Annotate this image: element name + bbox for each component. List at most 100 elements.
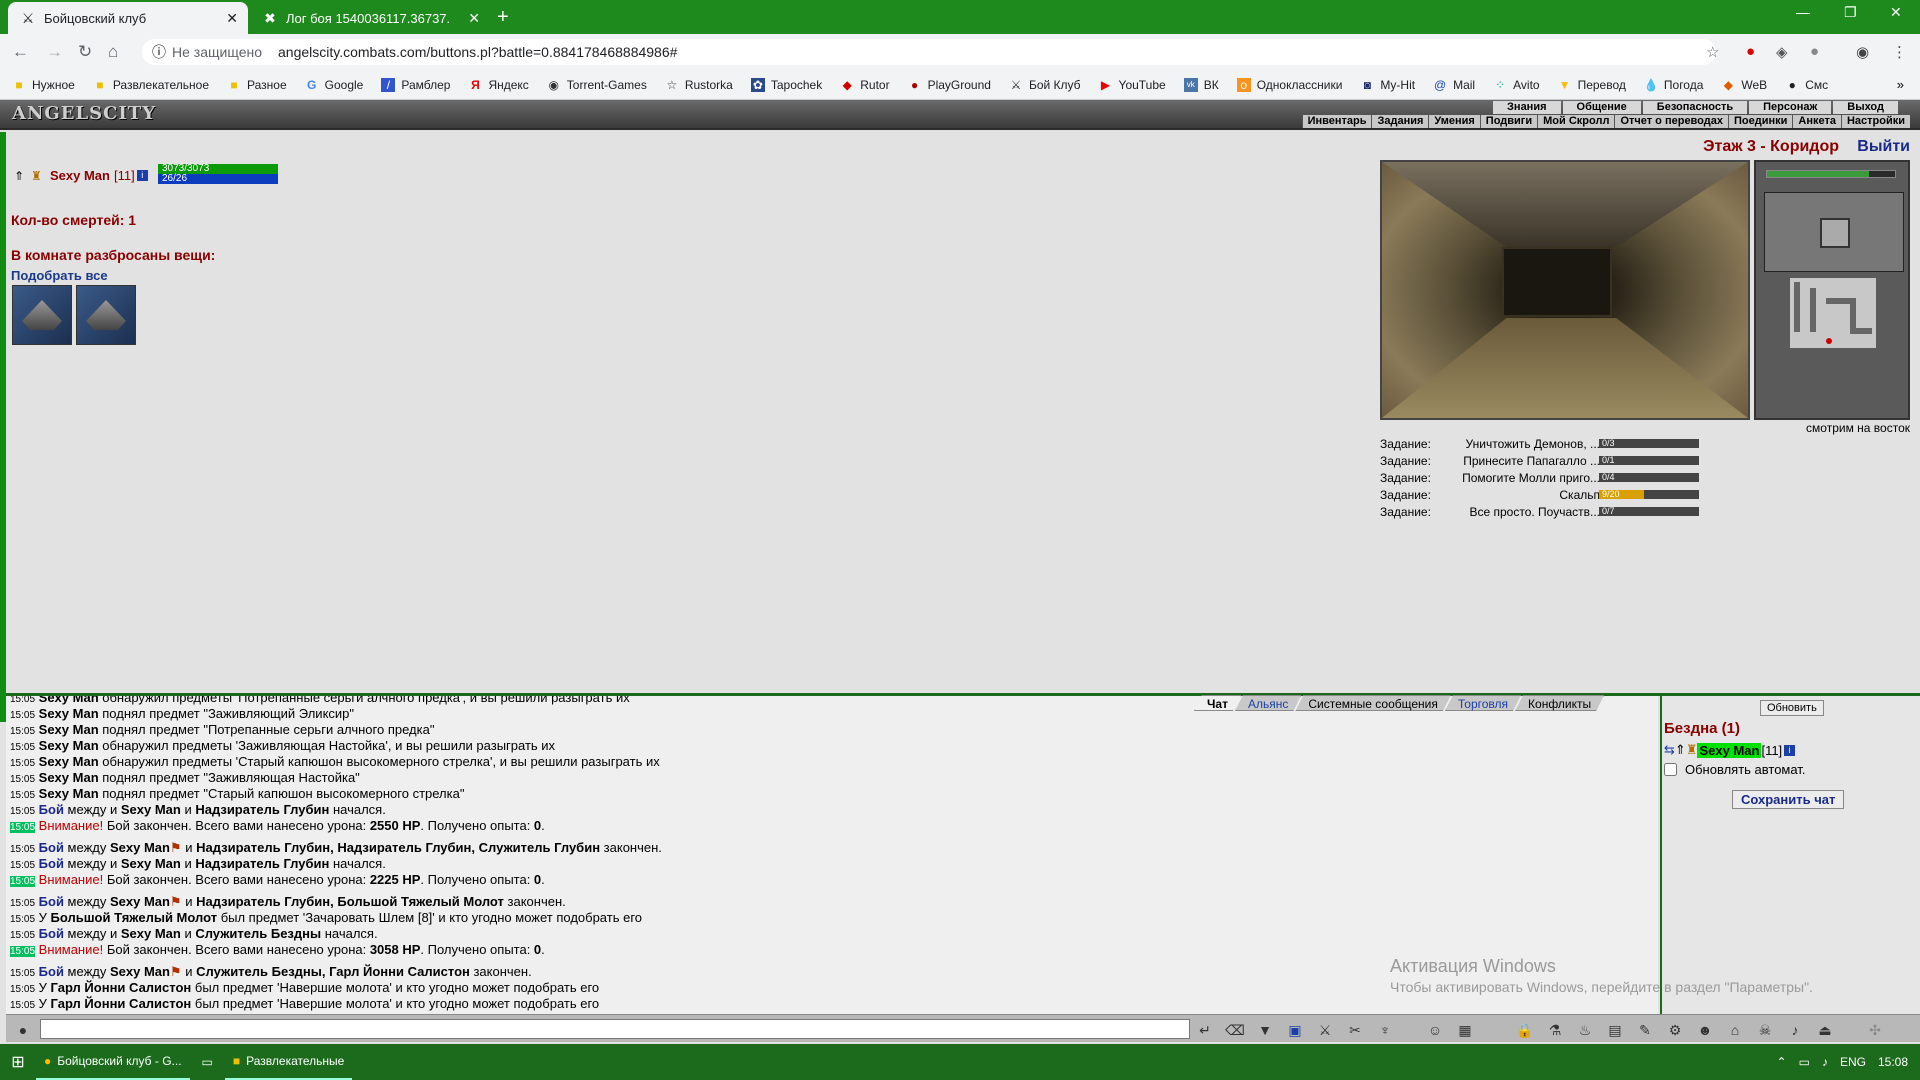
bookmark-weather[interactable]: 💧 Погода [1644, 78, 1704, 92]
tray-chevron-icon[interactable]: ⌃ [1777, 1055, 1787, 1069]
bookmark-sms[interactable]: ● Смс [1785, 78, 1829, 92]
menu-duels[interactable]: Поединки [1727, 115, 1793, 128]
menu-achievements[interactable]: Подвиги [1479, 115, 1538, 128]
bookmark-rustorka[interactable]: ☆ Rustorka [665, 78, 732, 92]
group-icon[interactable]: ♆ [1374, 1019, 1396, 1041]
menu-inventory[interactable]: Инвентарь [1301, 115, 1372, 128]
more-bookmarks-icon[interactable]: » [1897, 77, 1904, 92]
filter-icon[interactable]: ▼ [1254, 1019, 1276, 1041]
fight-icon[interactable]: ⚔ [1314, 1019, 1336, 1041]
bookmark-youtube[interactable]: ▶ YouTube [1099, 78, 1166, 92]
exit-icon[interactable]: ⏏ [1814, 1019, 1836, 1041]
puzzle-icon[interactable]: ✣ [1864, 1019, 1886, 1041]
auto-refresh-checkbox[interactable] [1664, 763, 1677, 776]
bookmark-odnoklassniki[interactable]: o Одноклассники [1236, 77, 1342, 92]
smile-icon[interactable]: ☺ [1424, 1019, 1446, 1041]
language-indicator[interactable]: ENG [1840, 1055, 1866, 1069]
refresh-button[interactable]: Обновить [1760, 700, 1824, 716]
minimize-icon[interactable]: — [1796, 4, 1810, 20]
bookmark-web[interactable]: ◆ WeB [1721, 78, 1767, 92]
bookmark-folder[interactable]: ■ Нужное [12, 78, 74, 92]
restore-icon[interactable]: ❐ [1844, 4, 1857, 21]
pin-icon[interactable]: ⇑ [14, 169, 28, 183]
bookmark-folder[interactable]: ■ Разное [227, 78, 286, 92]
menu-security[interactable]: Безопасность [1642, 101, 1748, 114]
bookmark-vk[interactable]: vk ВК [1183, 77, 1219, 92]
bookmark-yandex[interactable]: Я Яндекс [468, 78, 529, 92]
online-user-name[interactable]: Sexy Man [1697, 742, 1762, 758]
duel-icon[interactable]: ✂ [1344, 1019, 1366, 1041]
quest-row[interactable]: Задание: Скальп 9/20 [1380, 487, 1700, 503]
potion-icon[interactable]: ⚗ [1544, 1019, 1566, 1041]
extension-icon[interactable]: ◈ [1776, 43, 1788, 61]
menu-transfer-report[interactable]: Отчет о переводах [1614, 115, 1728, 128]
tab-fight-club[interactable]: ⚔ Бойцовский клуб ✕ [8, 2, 248, 34]
chat-settings-icon[interactable]: ● [12, 1019, 34, 1041]
extension-icon[interactable]: ● [1810, 43, 1819, 60]
bookmark-google[interactable]: G Google [305, 78, 363, 92]
private-icon[interactable]: ⇆ [1664, 742, 1675, 758]
bookmark-fight-club[interactable]: ⚔ Бой Клуб [1009, 78, 1081, 92]
bookmark-folder[interactable]: ■ Развлекательное [93, 78, 209, 92]
taskbar-chrome[interactable]: ● Бойцовский клуб - G... [36, 1044, 190, 1080]
save-chat-button[interactable]: Сохранить чат [1732, 790, 1845, 809]
info-icon[interactable]: i [1784, 744, 1796, 756]
close-icon[interactable]: ✕ [226, 10, 238, 27]
tab-system[interactable]: Системные сообщения [1295, 695, 1451, 711]
send-icon[interactable]: ↵ [1194, 1019, 1216, 1041]
windows-start-icon[interactable]: ⊞ [0, 1052, 36, 1072]
reload-icon[interactable]: ↻ [78, 42, 92, 62]
menu-character[interactable]: Персонаж [1749, 101, 1832, 114]
tab-alliance[interactable]: Альянс [1235, 695, 1301, 711]
house-icon[interactable]: ⌂ [1724, 1019, 1746, 1041]
bookmark-torrent-games[interactable]: ◉ Torrent-Games [547, 78, 647, 92]
clear-icon[interactable]: ⌫ [1224, 1019, 1246, 1041]
quest-row[interactable]: Задание: Все просто. Поучаств... 0/7 [1380, 504, 1700, 520]
gear-icon[interactable]: ⚙ [1664, 1019, 1686, 1041]
bookmark-rutor[interactable]: ◆ Rutor [840, 78, 890, 92]
menu-quests[interactable]: Задания [1371, 115, 1429, 128]
taskbar-desktop[interactable]: ▭ [194, 1044, 221, 1080]
tab-conflicts[interactable]: Конфликты [1515, 695, 1604, 711]
online-user[interactable]: ⇆ ⇑ ♜ Sexy Man [11] i [1664, 742, 1796, 758]
quest-row[interactable]: Задание: Принесите Папагалло ... 0/1 [1380, 453, 1700, 469]
flask-icon[interactable]: ♨ [1574, 1019, 1596, 1041]
chat-input[interactable] [40, 1019, 1190, 1039]
home-icon[interactable]: ⌂ [108, 42, 118, 62]
new-tab-button[interactable]: + [497, 6, 509, 29]
menu-icon[interactable]: ⋮ [1892, 43, 1907, 61]
tab-battle-log[interactable]: ✖ Лог боя 1540036117.36737. ✕ [250, 2, 490, 34]
menu-settings[interactable]: Настройки [1840, 115, 1910, 128]
item-helmet[interactable] [12, 285, 72, 345]
lock-icon[interactable]: 🔒 [1514, 1019, 1536, 1041]
bookmark-my-hit[interactable]: ◙ My-Hit [1360, 78, 1415, 92]
menu-communication[interactable]: Общение [1562, 101, 1641, 114]
exit-link[interactable]: Выйти [1857, 138, 1910, 156]
skull-icon[interactable]: ☠ [1754, 1019, 1776, 1041]
movement-controls[interactable] [1764, 192, 1904, 272]
menu-profile[interactable]: Анкета [1792, 115, 1841, 128]
bookmark-playground[interactable]: ● PlayGround [908, 78, 991, 92]
star-icon[interactable]: ☆ [1706, 43, 1719, 61]
bookmark-mail[interactable]: @ Mail [1433, 78, 1475, 92]
menu-exit[interactable]: Выход [1833, 101, 1898, 114]
network-icon[interactable]: ▭ [1799, 1055, 1810, 1069]
bookmark-tapochek[interactable]: ✿ Tapochek [750, 77, 822, 92]
menu-my-scroll[interactable]: Мой Скролл [1537, 115, 1615, 128]
menu-knowledge[interactable]: Знания [1493, 101, 1561, 114]
menu-skills[interactable]: Умения [1428, 115, 1480, 128]
clock[interactable]: 15:08 [1878, 1055, 1908, 1069]
close-icon[interactable]: ✕ [468, 10, 480, 27]
tab-chat[interactable]: Чат [1194, 695, 1241, 711]
profile-icon[interactable]: ◉ [1856, 43, 1869, 61]
forward-icon[interactable]: → [46, 42, 63, 62]
bookmark-rambler[interactable]: / Рамблер [381, 77, 450, 92]
back-icon[interactable]: ← [12, 42, 29, 62]
volume-icon[interactable]: ♪ [1822, 1055, 1828, 1069]
info-icon[interactable]: ⓘ [152, 42, 166, 62]
bookmark-translate[interactable]: ▼ Перевод [1558, 78, 1626, 92]
close-window-icon[interactable]: ✕ [1890, 4, 1902, 21]
character-name[interactable]: Sexy Man [50, 168, 110, 183]
mask-icon[interactable]: ☻ [1694, 1019, 1716, 1041]
pick-all-link[interactable]: Подобрать все [11, 268, 108, 283]
